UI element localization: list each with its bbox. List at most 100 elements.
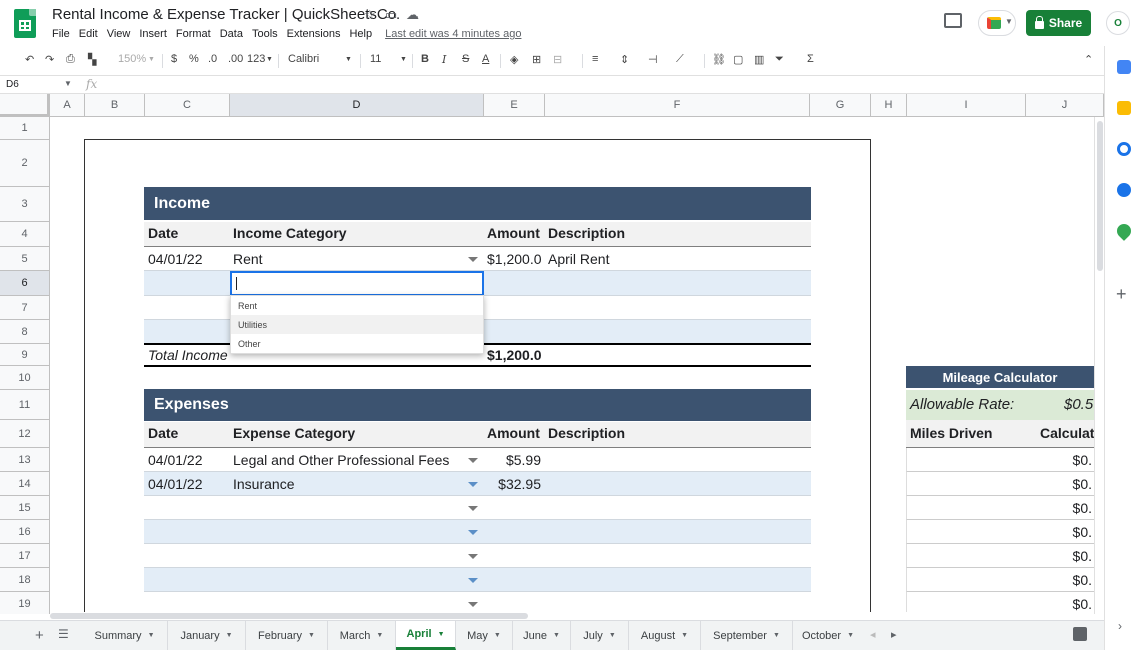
insert-link-icon[interactable]: ⛓	[712, 53, 726, 66]
keep-icon[interactable]	[1117, 101, 1131, 115]
text-wrap-icon[interactable]: ⊣	[648, 53, 658, 66]
table-row[interactable]: 04/01/22 Rent $1,200.0 April Rent	[144, 247, 811, 271]
move-folder-icon[interactable]: ▭	[385, 7, 397, 23]
menu-insert[interactable]: Insert	[139, 28, 167, 40]
all-sheets-icon[interactable]: ☰	[58, 627, 69, 641]
row-header[interactable]: 2	[0, 140, 50, 187]
insert-chart-icon[interactable]: ▥	[754, 53, 764, 66]
explore-icon[interactable]	[1073, 627, 1087, 641]
tab-january[interactable]: January ▼	[168, 621, 246, 650]
column-header-c[interactable]: C	[145, 94, 230, 117]
scroll-tabs-right-icon[interactable]: ▸	[891, 628, 897, 641]
add-sheet-icon[interactable]: +	[35, 627, 44, 644]
menu-file[interactable]: File	[52, 28, 70, 40]
text-color-button[interactable]: A	[482, 53, 489, 65]
column-header-d[interactable]: D	[230, 94, 484, 117]
row-header[interactable]: 6	[0, 271, 50, 296]
collapse-toolbar-icon[interactable]: ⌃	[1084, 53, 1093, 66]
income-category-cell[interactable]: Rent	[233, 251, 263, 267]
table-row[interactable]: $0.	[906, 568, 1094, 592]
table-row[interactable]: $0.	[906, 592, 1094, 614]
row-header[interactable]: 12	[0, 420, 50, 448]
row-header[interactable]: 17	[0, 544, 50, 568]
scroll-tabs-left-icon[interactable]: ◂	[870, 628, 876, 641]
undo-icon[interactable]: ↶	[25, 53, 34, 66]
scrollbar-thumb[interactable]	[1097, 121, 1103, 271]
menu-data[interactable]: Data	[220, 28, 243, 40]
horizontal-scrollbar[interactable]	[50, 612, 1094, 620]
column-header-b[interactable]: B	[85, 94, 145, 117]
vertical-align-icon[interactable]: ⇕	[620, 53, 629, 66]
tab-march[interactable]: March ▼	[328, 621, 396, 650]
scrollbar-thumb[interactable]	[50, 613, 528, 619]
more-formats-button[interactable]: 123	[247, 53, 265, 65]
text-rotation-icon[interactable]: ⟋	[676, 53, 684, 66]
meet-button[interactable]: ▼	[978, 10, 1016, 36]
maps-icon[interactable]	[1114, 221, 1134, 241]
expense-date-cell[interactable]: 04/01/22	[148, 476, 203, 492]
row-header[interactable]: 18	[0, 568, 50, 592]
table-row[interactable]	[144, 496, 811, 520]
table-row[interactable]: $0.	[906, 496, 1094, 520]
dropdown-caret-icon[interactable]	[468, 506, 478, 511]
table-row[interactable]: $0.	[906, 544, 1094, 568]
last-edit-link[interactable]: Last edit was 4 minutes ago	[385, 28, 521, 40]
document-title[interactable]: Rental Income & Expense Tracker | QuickS…	[52, 6, 400, 23]
category-dropdown-menu[interactable]: Rent Utilities Other	[230, 295, 484, 354]
menu-tools[interactable]: Tools	[252, 28, 278, 40]
functions-button[interactable]: Σ	[807, 53, 814, 65]
income-description-cell[interactable]: April Rent	[548, 251, 609, 267]
dropdown-option-rent[interactable]: Rent	[231, 296, 483, 315]
print-icon[interactable]: ⎙	[66, 53, 75, 66]
row-header[interactable]: 8	[0, 320, 50, 344]
dropdown-caret-icon[interactable]	[468, 602, 478, 607]
active-cell-editor[interactable]	[230, 271, 484, 296]
filter-icon[interactable]: ⏷	[775, 53, 784, 66]
table-row[interactable]: 04/01/22 Insurance $32.95	[144, 472, 811, 496]
select-all-corner[interactable]	[0, 94, 50, 117]
align-left-icon[interactable]: ≡	[592, 53, 598, 65]
table-row[interactable]	[144, 544, 811, 568]
income-amount-cell[interactable]: $1,200.0	[487, 251, 545, 267]
table-row[interactable]: $0.	[906, 448, 1094, 472]
row-header[interactable]: 15	[0, 496, 50, 520]
menu-format[interactable]: Format	[176, 28, 211, 40]
star-icon[interactable]: ☆	[364, 7, 376, 23]
column-header-i[interactable]: I	[907, 94, 1026, 117]
row-header[interactable]: 16	[0, 520, 50, 544]
row-header[interactable]: 13	[0, 448, 50, 472]
vertical-scrollbar[interactable]	[1094, 117, 1104, 614]
dropdown-caret-icon[interactable]	[468, 578, 478, 583]
tab-august[interactable]: August ▼	[629, 621, 701, 650]
table-row[interactable]: 04/01/22 Legal and Other Professional Fe…	[144, 448, 811, 472]
expense-amount-cell[interactable]: $32.95	[498, 476, 541, 492]
redo-icon[interactable]: ↷	[45, 53, 54, 66]
currency-format-button[interactable]: $	[171, 53, 177, 65]
merge-cells-icon[interactable]: ⊟	[553, 53, 562, 66]
dropdown-caret-icon[interactable]	[468, 554, 478, 559]
menu-edit[interactable]: Edit	[79, 28, 98, 40]
comment-history-icon[interactable]	[944, 13, 962, 28]
column-header-j[interactable]: J	[1026, 94, 1104, 117]
tab-summary[interactable]: Summary ▼	[82, 621, 168, 650]
column-header-h[interactable]: H	[871, 94, 907, 117]
income-date-cell[interactable]: 04/01/22	[148, 251, 203, 267]
font-select[interactable]: Calibri	[288, 53, 319, 65]
decrease-decimal-button[interactable]: .0	[208, 53, 217, 65]
share-button[interactable]: Share	[1026, 10, 1091, 36]
name-box[interactable]: D6	[6, 79, 19, 90]
row-header[interactable]: 4	[0, 222, 50, 247]
tab-may[interactable]: May ▼	[456, 621, 513, 650]
tab-february[interactable]: February ▼	[246, 621, 328, 650]
expense-amount-cell[interactable]: $5.99	[506, 452, 541, 468]
column-header-g[interactable]: G	[810, 94, 871, 117]
row-header[interactable]: 3	[0, 187, 50, 222]
dropdown-caret-icon[interactable]	[468, 257, 478, 262]
tab-april[interactable]: April ▼	[396, 621, 456, 650]
show-side-panel-icon[interactable]: ›	[1118, 619, 1122, 633]
paint-format-icon[interactable]: ▚	[88, 53, 96, 66]
tab-july[interactable]: July ▼	[571, 621, 629, 650]
menu-help[interactable]: Help	[349, 28, 372, 40]
tab-june[interactable]: June ▼	[513, 621, 571, 650]
table-row[interactable]	[144, 568, 811, 592]
